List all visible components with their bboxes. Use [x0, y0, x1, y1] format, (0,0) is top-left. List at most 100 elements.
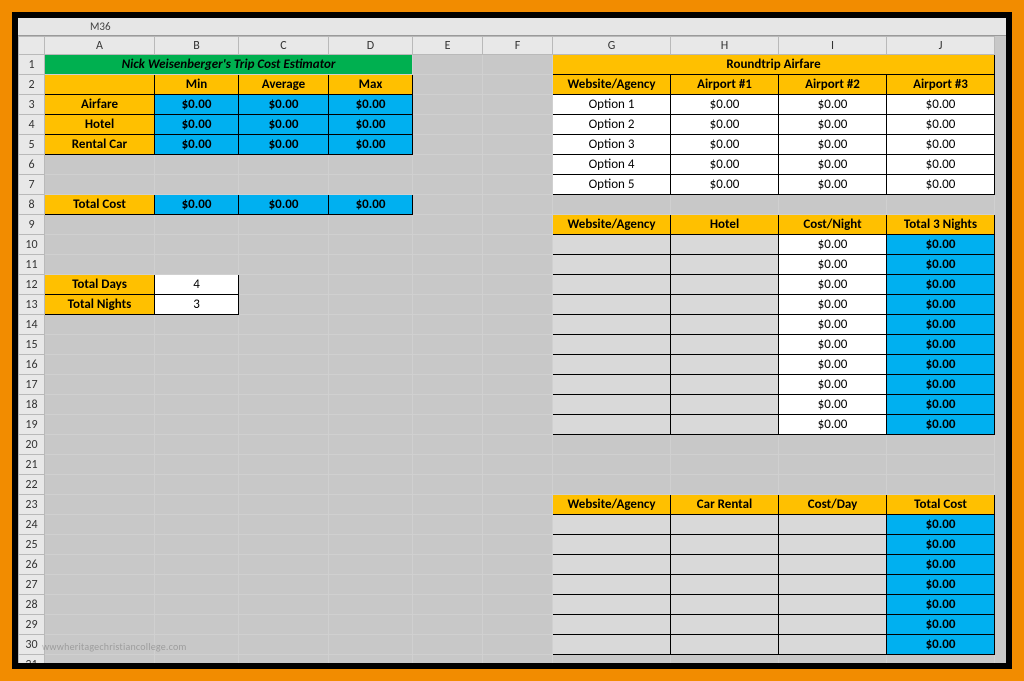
cell-F24[interactable] [483, 515, 553, 535]
cell-E19[interactable] [413, 415, 483, 435]
cell-A10[interactable] [45, 235, 155, 255]
cell-G27[interactable] [553, 575, 671, 595]
cell-J28[interactable]: $0.00 [887, 595, 995, 615]
colhdr-A[interactable]: A [45, 37, 155, 55]
cell-J26[interactable]: $0.00 [887, 555, 995, 575]
cell-B25[interactable] [155, 535, 239, 555]
cell-A12[interactable]: Total Days [45, 275, 155, 295]
spreadsheet-grid[interactable]: A B C D E F G H I J 1Nick Weisenberger's… [18, 36, 1006, 663]
cell-I12[interactable]: $0.00 [779, 275, 887, 295]
cell-J27[interactable]: $0.00 [887, 575, 995, 595]
cell-C24[interactable] [239, 515, 329, 535]
cell-J15[interactable]: $0.00 [887, 335, 995, 355]
cell-C14[interactable] [239, 315, 329, 335]
cell-F12[interactable] [483, 275, 553, 295]
colhdr-F[interactable]: F [483, 37, 553, 55]
cell-G26[interactable] [553, 555, 671, 575]
cell-I7[interactable]: $0.00 [779, 175, 887, 195]
cell-J24[interactable]: $0.00 [887, 515, 995, 535]
cell-I17[interactable]: $0.00 [779, 375, 887, 395]
cell-C17[interactable] [239, 375, 329, 395]
cell-G2[interactable]: Website/Agency [553, 75, 671, 95]
cell-D19[interactable] [329, 415, 413, 435]
cell-B13[interactable]: 3 [155, 295, 239, 315]
rowhdr-31[interactable]: 31 [19, 655, 45, 670]
cell-F13[interactable] [483, 295, 553, 315]
cell-F8[interactable] [483, 195, 553, 215]
cell-E1[interactable] [413, 55, 483, 75]
cell-A3[interactable]: Airfare [45, 95, 155, 115]
cell-G19[interactable] [553, 415, 671, 435]
cell-C5[interactable]: $0.00 [239, 135, 329, 155]
cell-G13[interactable] [553, 295, 671, 315]
cell-I31[interactable] [779, 655, 887, 670]
cell-B6[interactable] [155, 155, 239, 175]
cell-D26[interactable] [329, 555, 413, 575]
colhdr-G[interactable]: G [553, 37, 671, 55]
rowhdr-28[interactable]: 28 [19, 595, 45, 615]
cell-E18[interactable] [413, 395, 483, 415]
cell-G20[interactable] [553, 435, 671, 455]
cell-A6[interactable] [45, 155, 155, 175]
cell-E3[interactable] [413, 95, 483, 115]
cell-J19[interactable]: $0.00 [887, 415, 995, 435]
cell-H21[interactable] [671, 455, 779, 475]
cell-J23[interactable]: Total Cost [887, 495, 995, 515]
cell-A16[interactable] [45, 355, 155, 375]
cell-D11[interactable] [329, 255, 413, 275]
cell-C8[interactable]: $0.00 [239, 195, 329, 215]
cell-H14[interactable] [671, 315, 779, 335]
cell-F1[interactable] [483, 55, 553, 75]
cell-D25[interactable] [329, 535, 413, 555]
cell-I15[interactable]: $0.00 [779, 335, 887, 355]
cell-E4[interactable] [413, 115, 483, 135]
cell-A4[interactable]: Hotel [45, 115, 155, 135]
cell-C6[interactable] [239, 155, 329, 175]
rowhdr-4[interactable]: 4 [19, 115, 45, 135]
cell-H7[interactable]: $0.00 [671, 175, 779, 195]
cell-D13[interactable] [329, 295, 413, 315]
cell-B22[interactable] [155, 475, 239, 495]
cell-E26[interactable] [413, 555, 483, 575]
cell-I16[interactable]: $0.00 [779, 355, 887, 375]
cell-C4[interactable]: $0.00 [239, 115, 329, 135]
cell-E16[interactable] [413, 355, 483, 375]
cell-C7[interactable] [239, 175, 329, 195]
cell-I23[interactable]: Cost/Day [779, 495, 887, 515]
corner-cell[interactable] [19, 37, 45, 55]
rowhdr-24[interactable]: 24 [19, 515, 45, 535]
cell-I10[interactable]: $0.00 [779, 235, 887, 255]
cell-C27[interactable] [239, 575, 329, 595]
cell-C25[interactable] [239, 535, 329, 555]
cell-H9[interactable]: Hotel [671, 215, 779, 235]
cell-H6[interactable]: $0.00 [671, 155, 779, 175]
cell-E15[interactable] [413, 335, 483, 355]
rowhdr-23[interactable]: 23 [19, 495, 45, 515]
cell-D9[interactable] [329, 215, 413, 235]
cell-H18[interactable] [671, 395, 779, 415]
cell-J11[interactable]: $0.00 [887, 255, 995, 275]
cell-B20[interactable] [155, 435, 239, 455]
cell-B10[interactable] [155, 235, 239, 255]
cell-F17[interactable] [483, 375, 553, 395]
cell-F19[interactable] [483, 415, 553, 435]
cell-G18[interactable] [553, 395, 671, 415]
cell-C18[interactable] [239, 395, 329, 415]
cell-G15[interactable] [553, 335, 671, 355]
cell-F25[interactable] [483, 535, 553, 555]
cell-B24[interactable] [155, 515, 239, 535]
cell-F30[interactable] [483, 635, 553, 655]
cell-C3[interactable]: $0.00 [239, 95, 329, 115]
cell-C16[interactable] [239, 355, 329, 375]
cell-I21[interactable] [779, 455, 887, 475]
cell-G11[interactable] [553, 255, 671, 275]
cell-G3[interactable]: Option 1 [553, 95, 671, 115]
cell-D30[interactable] [329, 635, 413, 655]
cell-F9[interactable] [483, 215, 553, 235]
cell-F23[interactable] [483, 495, 553, 515]
cell-B26[interactable] [155, 555, 239, 575]
cell-G4[interactable]: Option 2 [553, 115, 671, 135]
cell-J21[interactable] [887, 455, 995, 475]
cell-E24[interactable] [413, 515, 483, 535]
cell-G21[interactable] [553, 455, 671, 475]
